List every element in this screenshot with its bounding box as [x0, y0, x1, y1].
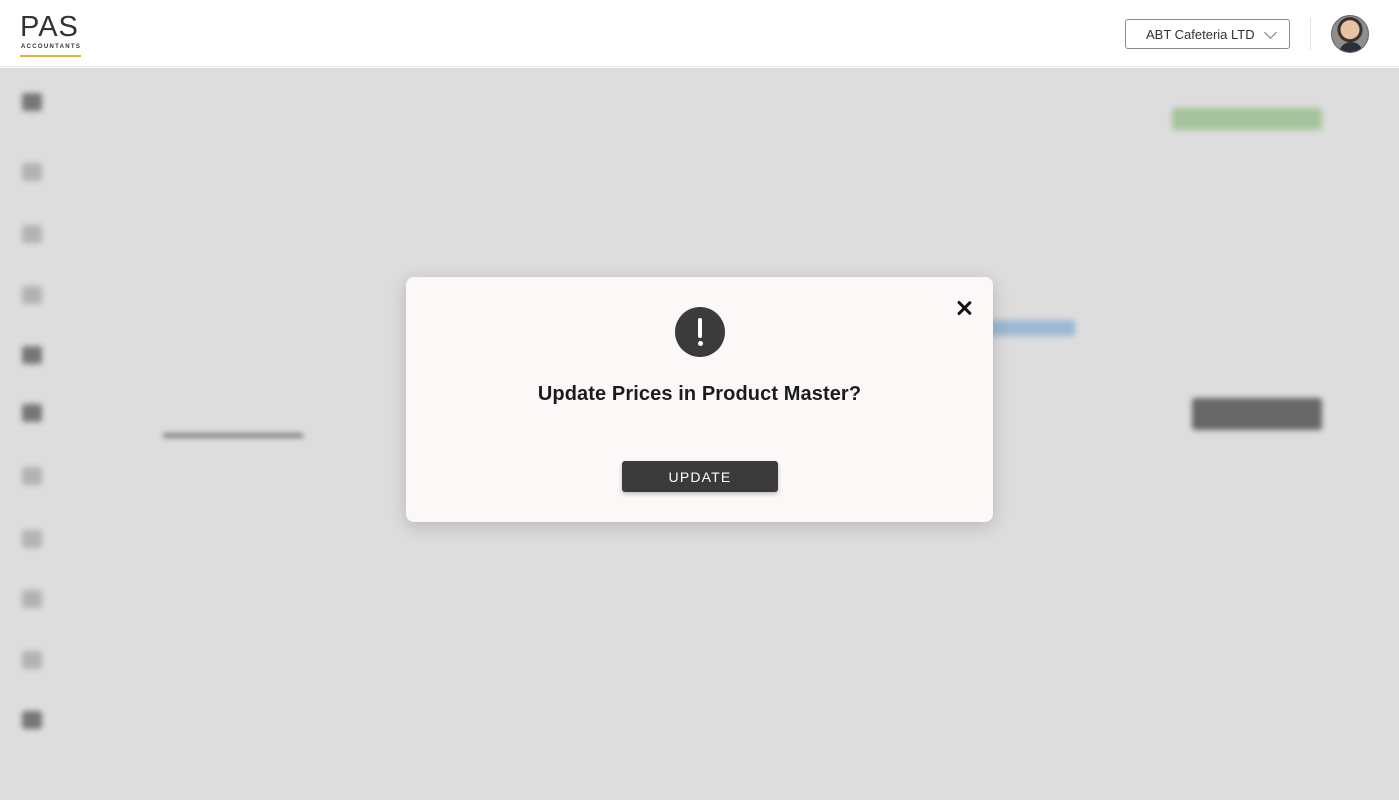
avatar-body-shape	[1339, 42, 1363, 52]
header-divider	[1310, 18, 1311, 50]
dialog-title: Update Prices in Product Master?	[537, 383, 862, 405]
company-selector[interactable]: ABT Cafeteria LTD	[1125, 19, 1290, 49]
exclamation-bar	[698, 318, 702, 338]
chevron-down-icon	[1264, 26, 1277, 39]
update-prices-dialog: Update Prices in Product Master? UPDATE	[406, 277, 993, 522]
logo-text: PAS	[20, 11, 79, 43]
exclamation-dot	[697, 341, 703, 346]
pas-logo[interactable]: PAS ACCOUNTANTS	[20, 12, 84, 58]
company-selector-value: ABT Cafeteria LTD	[1146, 26, 1255, 42]
user-avatar[interactable]	[1331, 15, 1369, 53]
update-button[interactable]: UPDATE	[622, 461, 778, 492]
app-header: PAS ACCOUNTANTS ABT Cafeteria LTD	[0, 0, 1399, 67]
logo-subtext: ACCOUNTANTS	[21, 44, 82, 50]
logo-underline	[20, 55, 81, 57]
exclamation-icon	[675, 307, 725, 357]
close-icon[interactable]	[953, 297, 975, 319]
